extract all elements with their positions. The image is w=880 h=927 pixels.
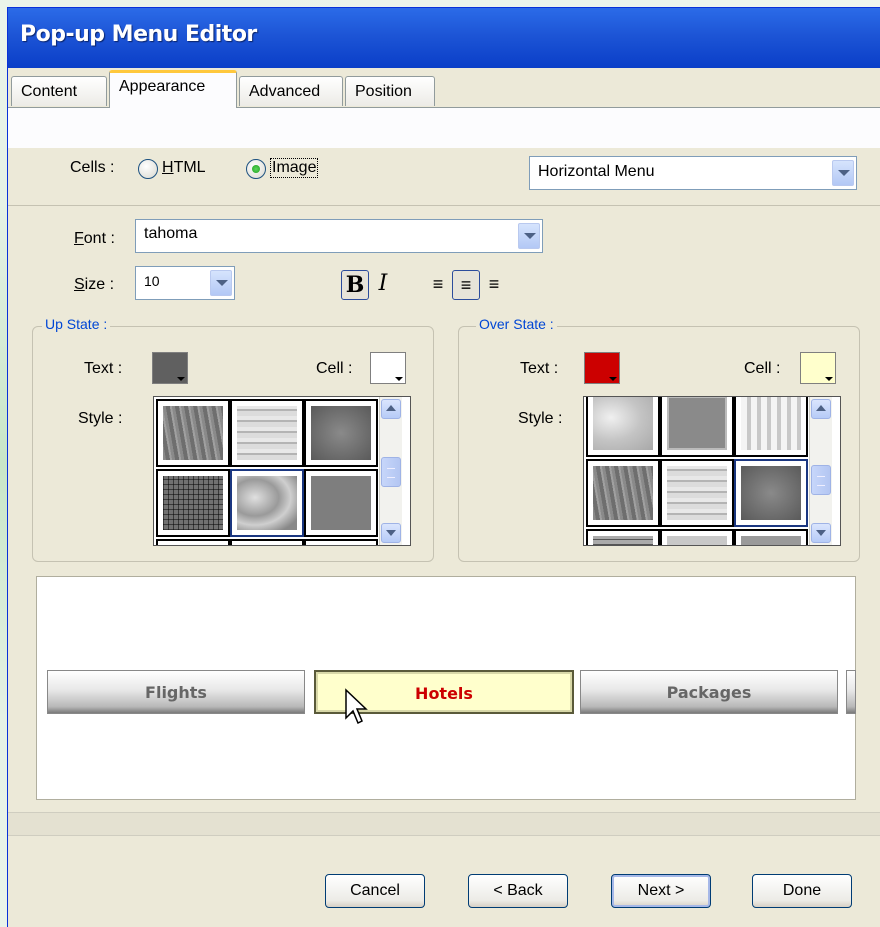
over-style-label: Style :	[518, 410, 563, 427]
style-tile[interactable]	[660, 459, 734, 527]
up-cell-label: Cell :	[316, 360, 353, 377]
style-tile[interactable]	[586, 529, 660, 545]
preview-item-flights[interactable]: Flights	[47, 670, 305, 714]
style-tile[interactable]	[734, 529, 808, 545]
mouse-cursor-icon	[345, 688, 368, 725]
radio-html-label[interactable]: HTML	[162, 159, 206, 177]
popup-menu-editor-dialog: Pop-up Menu Editor Content Appearance Ad…	[8, 8, 880, 927]
radio-image-label[interactable]: Image	[270, 158, 319, 178]
style-tile[interactable]	[230, 539, 304, 545]
radio-html[interactable]	[138, 159, 158, 179]
tab-advanced[interactable]: Advanced	[239, 76, 343, 106]
status-strip	[8, 812, 880, 836]
style-tile[interactable]	[586, 459, 660, 527]
tab-panel-header	[8, 107, 880, 148]
scroll-thumb[interactable]	[381, 457, 401, 487]
cells-label: Cells :	[70, 159, 115, 176]
over-cell-label: Cell :	[744, 360, 781, 377]
radio-image[interactable]	[246, 159, 266, 179]
style-tile-selected[interactable]	[734, 459, 808, 527]
over-style-grid	[583, 396, 841, 546]
align-right-button[interactable]: ≡	[480, 270, 508, 300]
style-tile[interactable]	[156, 539, 230, 545]
size-select[interactable]: 10	[135, 266, 235, 300]
radio-selected-dot	[252, 165, 260, 173]
style-tile[interactable]	[660, 397, 734, 457]
back-button[interactable]: < Back	[468, 874, 568, 908]
align-left-icon: ≡	[432, 274, 444, 294]
preview-item-packages[interactable]: Packages	[580, 670, 838, 714]
align-center-icon: ≡	[460, 275, 472, 295]
font-select[interactable]: tahoma	[135, 219, 543, 253]
tab-content[interactable]: Content	[11, 76, 107, 106]
up-style-label: Style :	[78, 410, 123, 427]
align-left-button[interactable]: ≡	[424, 270, 452, 300]
font-value: tahoma	[144, 225, 198, 242]
up-style-scrollbar[interactable]	[379, 397, 402, 545]
preview-item-partial	[846, 670, 856, 714]
style-tile[interactable]	[304, 399, 378, 467]
style-tile[interactable]	[230, 399, 304, 467]
up-style-grid	[153, 396, 411, 546]
orientation-select[interactable]: Horizontal Menu	[529, 156, 857, 190]
over-text-label: Text :	[520, 360, 559, 377]
tab-position[interactable]: Position	[345, 76, 435, 106]
cancel-button[interactable]: Cancel	[325, 874, 425, 908]
style-tile[interactable]	[156, 469, 230, 537]
italic-button[interactable]: I	[369, 270, 397, 300]
scroll-thumb[interactable]	[811, 465, 831, 495]
next-button[interactable]: Next >	[611, 874, 711, 908]
up-text-label: Text :	[84, 360, 123, 377]
align-right-icon: ≡	[488, 274, 500, 294]
up-state-label: Up State :	[42, 316, 111, 332]
size-label: Size :	[74, 276, 115, 293]
scroll-up-icon[interactable]	[811, 399, 831, 419]
up-cell-color-swatch[interactable]	[370, 352, 406, 384]
over-text-color-swatch[interactable]	[584, 352, 620, 384]
scroll-down-icon[interactable]	[381, 523, 401, 543]
over-state-label: Over State :	[476, 316, 557, 332]
over-cell-color-swatch[interactable]	[800, 352, 836, 384]
title-bar[interactable]: Pop-up Menu Editor	[8, 8, 880, 68]
style-tile[interactable]	[156, 399, 230, 467]
scroll-down-icon[interactable]	[811, 523, 831, 543]
cells-row: Cells : HTML Image Horizontal Menu	[8, 147, 880, 206]
style-tile[interactable]	[660, 529, 734, 545]
chevron-down-icon[interactable]	[210, 270, 232, 296]
style-tile[interactable]	[304, 539, 378, 545]
over-style-scrollbar[interactable]	[809, 397, 832, 545]
tab-appearance[interactable]: Appearance	[109, 70, 237, 108]
bold-button[interactable]: B	[341, 270, 369, 300]
chevron-down-icon[interactable]	[832, 160, 854, 186]
window-title: Pop-up Menu Editor	[20, 22, 257, 47]
orientation-value: Horizontal Menu	[538, 163, 655, 180]
chevron-down-icon[interactable]	[518, 223, 540, 249]
style-tile-selected[interactable]	[230, 469, 304, 537]
align-center-button[interactable]: ≡	[452, 270, 480, 300]
font-label: Font :	[74, 230, 115, 247]
done-button[interactable]: Done	[752, 874, 852, 908]
style-tile[interactable]	[734, 397, 808, 457]
up-text-color-swatch[interactable]	[152, 352, 188, 384]
size-value: 10	[144, 273, 160, 289]
style-tile[interactable]	[304, 469, 378, 537]
scroll-up-icon[interactable]	[381, 399, 401, 419]
style-tile[interactable]	[586, 397, 660, 457]
